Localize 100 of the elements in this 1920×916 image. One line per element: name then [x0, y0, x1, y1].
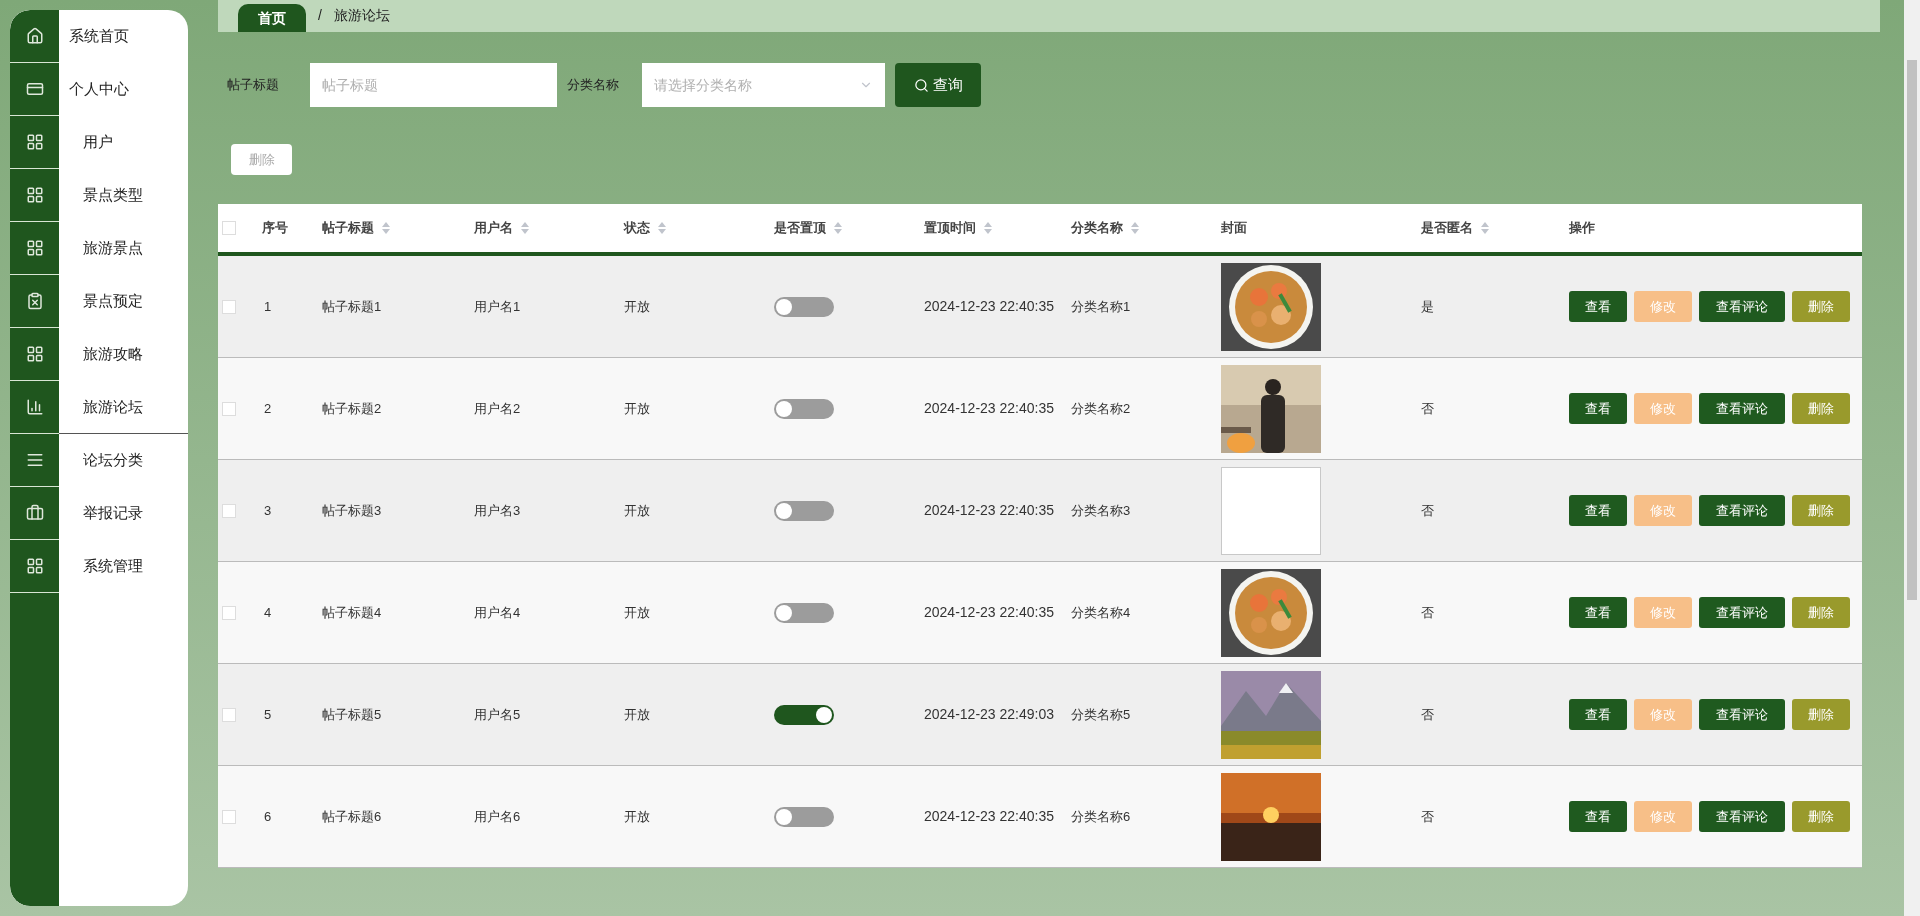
- pin-toggle[interactable]: [774, 398, 834, 419]
- row-checkbox[interactable]: [222, 299, 236, 314]
- home-tab[interactable]: 首页: [238, 4, 306, 32]
- table-cell-text: 4: [263, 603, 273, 622]
- table-cell-text: 分类名称6: [1071, 807, 1132, 826]
- search-button[interactable]: 查询: [895, 63, 981, 107]
- table-cell-text: 帖子标题4: [322, 603, 383, 622]
- action-button[interactable]: 查看: [1569, 291, 1627, 322]
- column-header: 置顶时间: [924, 219, 976, 238]
- grid-icon: [25, 345, 44, 363]
- table-cell-text: 开放: [624, 807, 651, 826]
- table-cell-text: 用户名3: [474, 501, 522, 520]
- action-button[interactable]: 查看评论: [1699, 801, 1785, 832]
- table-cell-text: 帖子标题1: [322, 297, 383, 316]
- table-cell-text: 2024-12-23 22:40:35: [924, 501, 1055, 520]
- row-checkbox[interactable]: [222, 707, 236, 722]
- action-button[interactable]: 查看: [1569, 699, 1627, 730]
- sidebar-item[interactable]: 举报记录: [59, 487, 188, 540]
- sort-icon[interactable]: [521, 222, 529, 234]
- table-cell-text: 用户名4: [474, 603, 522, 622]
- sidebar-item[interactable]: 旅游论坛: [59, 381, 188, 434]
- sort-icon[interactable]: [834, 222, 842, 234]
- table-cell-text: 开放: [624, 399, 651, 418]
- row-checkbox[interactable]: [222, 401, 236, 416]
- action-button[interactable]: 查看: [1569, 597, 1627, 628]
- sidebar-item[interactable]: 论坛分类: [59, 434, 188, 487]
- row-checkbox[interactable]: [222, 605, 236, 620]
- field-label: 帖子标题: [227, 76, 280, 95]
- table-cell-text: 帖子标题3: [322, 501, 383, 520]
- sort-icon[interactable]: [1481, 222, 1489, 234]
- pin-toggle[interactable]: [774, 704, 834, 725]
- table-cell-text: 分类名称3: [1071, 501, 1132, 520]
- pin-toggle[interactable]: [774, 806, 834, 827]
- action-button[interactable]: 查看评论: [1699, 699, 1785, 730]
- sidebar-item[interactable]: 旅游攻略: [59, 328, 188, 381]
- action-button[interactable]: 查看: [1569, 495, 1627, 526]
- table-cell-text: 用户名6: [474, 807, 522, 826]
- action-button[interactable]: 查看评论: [1699, 495, 1785, 526]
- column-header: 状态: [624, 219, 650, 238]
- column-header: 帖子标题: [322, 219, 374, 238]
- sidebar-item[interactable]: 系统首页: [59, 10, 188, 63]
- action-button[interactable]: 查看评论: [1699, 597, 1785, 628]
- sidebar-item[interactable]: 系统管理: [59, 540, 188, 593]
- grid-icon: [25, 557, 44, 575]
- action-button[interactable]: 查看: [1569, 393, 1627, 424]
- column-header: 用户名: [474, 219, 513, 238]
- column-header: 是否置顶: [774, 219, 826, 238]
- clipboard-icon: [25, 292, 44, 310]
- table-cell-text: 帖子标题5: [322, 705, 383, 724]
- table-cell-text: 6: [263, 807, 273, 826]
- table-cell-text: 开放: [624, 501, 651, 520]
- sidebar-item[interactable]: 个人中心: [59, 63, 188, 116]
- table-cell-text: 分类名称5: [1071, 705, 1132, 724]
- column-header: 操作: [1569, 219, 1595, 238]
- action-button[interactable]: 查看: [1569, 801, 1627, 832]
- scrollbar[interactable]: [1904, 0, 1920, 916]
- table-cell-text: 2024-12-23 22:40:35: [924, 603, 1055, 622]
- table-cell-text: 帖子标题6: [322, 807, 383, 826]
- table-cell-text: 开放: [624, 297, 651, 316]
- select-all-checkbox[interactable]: [222, 221, 236, 235]
- table-cell-text: 分类名称4: [1071, 603, 1132, 622]
- table-cell-text: 2024-12-23 22:40:35: [924, 297, 1055, 316]
- pin-toggle[interactable]: [774, 296, 834, 317]
- table-cell-text: 2024-12-23 22:40:35: [924, 807, 1055, 826]
- table-cell-text: 用户名1: [474, 297, 522, 316]
- pin-toggle[interactable]: [774, 602, 834, 623]
- breadcrumb-separator: /: [318, 6, 322, 25]
- row-checkbox[interactable]: [222, 503, 236, 518]
- sort-icon[interactable]: [984, 222, 992, 234]
- sort-icon[interactable]: [658, 222, 666, 234]
- sort-icon[interactable]: [1131, 222, 1139, 234]
- table-cell-text: 用户名5: [474, 705, 522, 724]
- pin-toggle[interactable]: [774, 500, 834, 521]
- action-button[interactable]: 查看评论: [1699, 393, 1785, 424]
- search-icon: [913, 77, 929, 93]
- sidebar-item[interactable]: 旅游景点: [59, 222, 188, 275]
- table-cell-text: 帖子标题2: [322, 399, 383, 418]
- title-input[interactable]: 帖子标题: [310, 63, 557, 107]
- action-button[interactable]: 查看评论: [1699, 291, 1785, 322]
- sidebar-item[interactable]: 景点类型: [59, 169, 188, 222]
- sidebar-item[interactable]: 用户: [59, 116, 188, 169]
- sidebar-item[interactable]: 景点预定: [59, 275, 188, 328]
- table-cell-text: 否: [1421, 807, 1435, 826]
- table-cell-text: 2024-12-23 22:49:03: [924, 705, 1055, 724]
- briefcase-icon: [25, 504, 44, 522]
- table-cell-text: 3: [263, 501, 273, 520]
- sort-icon[interactable]: [382, 222, 390, 234]
- table-cell-text: 分类名称2: [1071, 399, 1132, 418]
- table-cell-text: 否: [1421, 501, 1435, 520]
- select-placeholder: 请选择分类名称: [654, 75, 752, 95]
- column-header: 封面: [1221, 219, 1247, 238]
- column-header: 分类名称: [1071, 219, 1123, 238]
- card-icon: [25, 80, 44, 98]
- table-cell-text: 否: [1421, 399, 1435, 418]
- table-cell-text: 用户名2: [474, 399, 522, 418]
- row-checkbox[interactable]: [222, 809, 236, 824]
- bar-chart-icon: [25, 398, 44, 416]
- table-cell-text: 2: [263, 399, 273, 418]
- breadcrumb-current: 旅游论坛: [333, 6, 390, 25]
- grid-icon: [25, 133, 44, 151]
